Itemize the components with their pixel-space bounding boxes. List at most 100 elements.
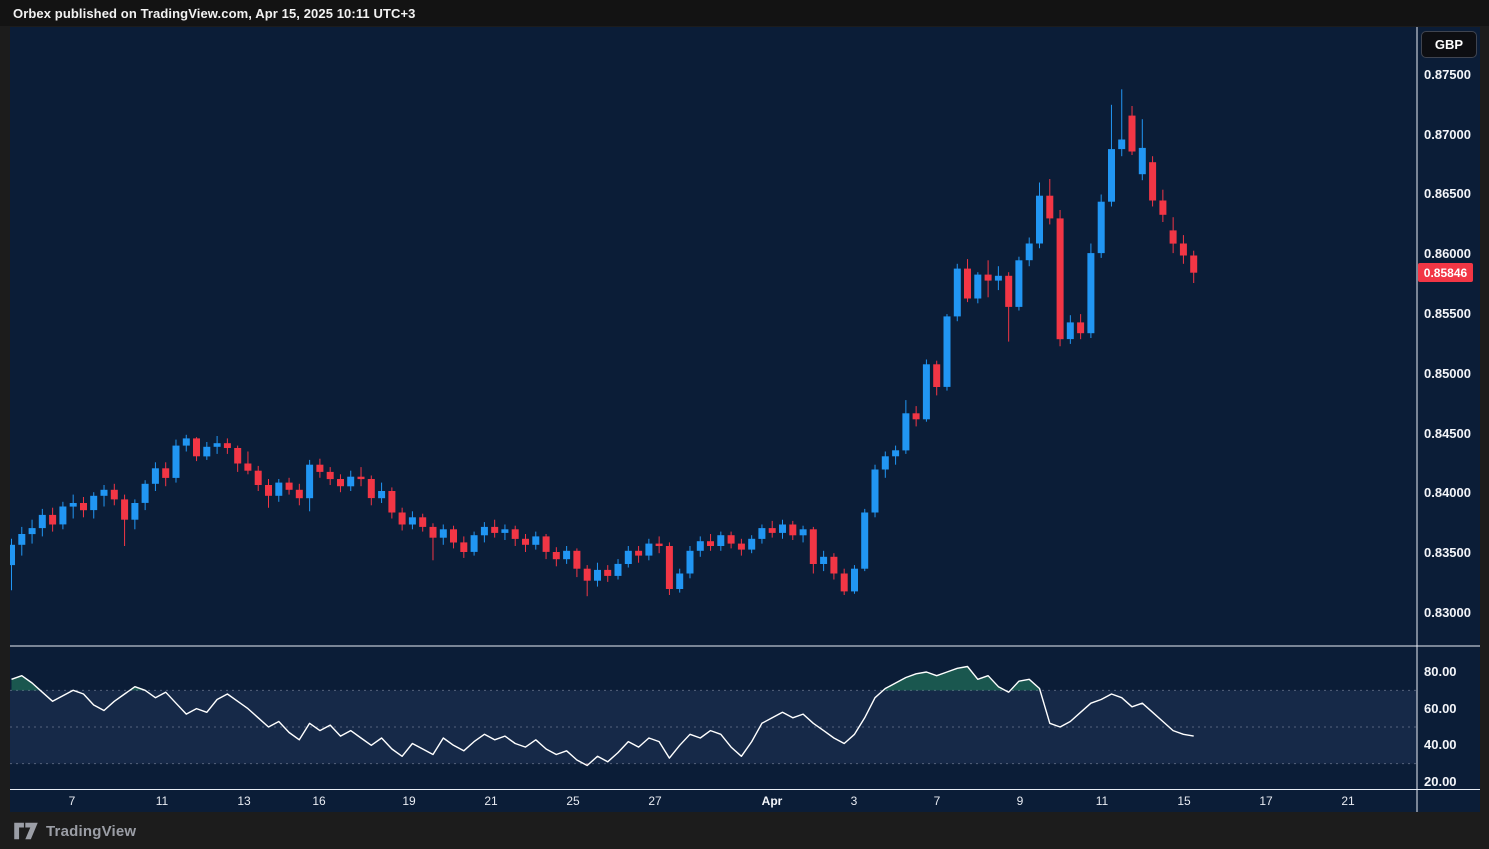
candle-up	[563, 551, 570, 559]
time-tick-label: 25	[566, 793, 579, 809]
candle-up	[1067, 322, 1074, 339]
time-tick-label: 15	[1177, 793, 1190, 809]
candle-down	[573, 551, 580, 569]
candle-up	[1026, 244, 1033, 261]
price-tick-label: 0.87500	[1424, 67, 1471, 83]
price-tick-label: 0.86500	[1424, 186, 1471, 202]
price-tick-label: 0.86000	[1424, 246, 1471, 262]
candle-up	[59, 507, 66, 525]
candle-up	[748, 539, 755, 550]
candle-down	[1057, 218, 1064, 339]
candle-up	[440, 529, 447, 537]
candle-up	[1118, 140, 1125, 150]
price-tick-label: 0.83000	[1424, 605, 1471, 621]
candle-up	[800, 529, 807, 535]
candle-down	[666, 546, 673, 589]
candle-up	[275, 483, 282, 496]
candle-up	[820, 557, 827, 564]
candle-up	[717, 535, 724, 546]
candle-down	[286, 483, 293, 490]
rsi-tick-label: 80.00	[1424, 664, 1457, 680]
time-tick-label: 7	[69, 793, 76, 809]
candle-up	[471, 535, 478, 552]
candle-up	[851, 569, 858, 592]
candle-down	[419, 517, 426, 527]
candle-up	[1015, 260, 1022, 307]
candle-down	[111, 490, 118, 500]
candle-down	[985, 275, 992, 281]
candle-down	[255, 471, 262, 485]
candle-up	[18, 534, 25, 545]
candle-up	[902, 413, 909, 450]
candle-down	[604, 570, 611, 576]
candle-down	[964, 269, 971, 299]
candle-up	[1098, 202, 1105, 253]
candle-down	[1159, 201, 1166, 215]
candle-down	[368, 479, 375, 498]
candle-up	[409, 517, 416, 524]
candle-up	[306, 465, 313, 499]
candle-down	[337, 479, 344, 486]
candle-up	[676, 574, 683, 590]
candle-up	[347, 477, 354, 487]
candle-up	[152, 468, 159, 484]
time-tick-label: 7	[934, 793, 941, 809]
candle-down	[450, 529, 457, 542]
time-tick-label: 11	[156, 793, 168, 809]
time-tick-label: 11	[1096, 793, 1108, 809]
candle-down	[789, 525, 796, 536]
candle-up	[697, 541, 704, 551]
time-tick-label: 9	[1017, 793, 1024, 809]
candle-down	[1149, 162, 1156, 200]
time-tick-label: 27	[648, 793, 661, 809]
candle-up	[173, 446, 180, 478]
candle-down	[80, 503, 87, 510]
candle-up	[1036, 196, 1043, 244]
candle-down	[933, 364, 940, 387]
candle-down	[522, 539, 529, 545]
candle-up	[779, 525, 786, 533]
candle-down	[460, 542, 467, 552]
candle-down	[1190, 256, 1197, 273]
candle-down	[1046, 196, 1053, 219]
candle-up	[615, 564, 622, 576]
candle-down	[224, 443, 231, 448]
tradingview-logo-icon[interactable]	[13, 822, 39, 840]
candle-up	[532, 536, 539, 544]
candle-down	[728, 535, 735, 543]
candle-down	[121, 499, 128, 519]
candle-up	[183, 438, 190, 445]
candle-up	[214, 443, 221, 447]
chart-canvas[interactable]	[0, 0, 1489, 849]
rsi-tick-label: 60.00	[1424, 701, 1457, 717]
time-tick-label: 17	[1259, 793, 1272, 809]
candle-down	[265, 485, 272, 496]
candle-up	[1139, 148, 1146, 174]
candle-up	[90, 496, 97, 510]
candle-up	[872, 470, 879, 513]
candle-down	[316, 465, 323, 472]
candle-down	[162, 468, 169, 478]
candle-down	[1005, 276, 1012, 307]
candle-down	[810, 529, 817, 564]
time-tick-label: 3	[851, 793, 858, 809]
price-tick-label: 0.85500	[1424, 306, 1471, 322]
candle-down	[707, 541, 714, 546]
candle-down	[1170, 230, 1177, 243]
tradingview-brand[interactable]: TradingView	[46, 823, 136, 840]
candle-down	[1180, 244, 1187, 256]
time-tick-label: 19	[402, 793, 415, 809]
candle-down	[49, 515, 56, 525]
currency-badge[interactable]: GBP	[1421, 31, 1477, 58]
candle-up	[29, 528, 36, 534]
currency-badge-label: GBP	[1435, 37, 1463, 52]
footer: TradingView	[13, 819, 136, 843]
candle-up	[203, 447, 210, 457]
candle-up	[995, 276, 1002, 281]
candle-down	[193, 438, 200, 456]
time-tick-label: 21	[484, 793, 497, 809]
candle-up	[954, 269, 961, 317]
candle-down	[769, 528, 776, 533]
candle-up	[481, 527, 488, 535]
candle-up	[378, 491, 385, 498]
